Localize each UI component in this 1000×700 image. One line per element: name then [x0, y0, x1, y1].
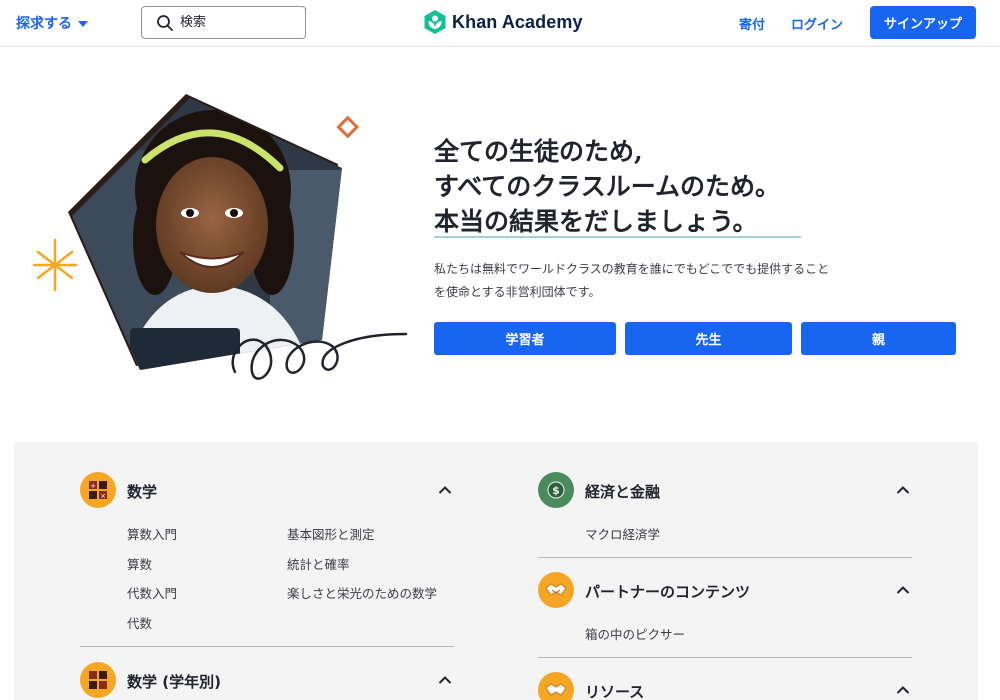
math-blocks-icon: + × — [80, 472, 116, 508]
headline-underline — [434, 236, 801, 238]
explore-label: 探求する — [16, 16, 72, 32]
headline-line: 全ての生徒のため, — [434, 137, 643, 166]
math-link[interactable]: 算数 — [127, 554, 152, 573]
hero-headline: 全ての生徒のため, すべてのクラスルームのため。 本当の結果をだしましょう。 — [434, 134, 854, 239]
math-blocks-icon — [80, 662, 116, 698]
top-navigation-bar: 探求する Khan Academy 寄付 ログイン サインアップ — [0, 0, 1000, 47]
math-link[interactable]: 基本図形と測定 — [287, 524, 375, 543]
hero-illustration — [32, 94, 408, 380]
chevron-up-icon[interactable] — [896, 483, 910, 497]
partner-content-link[interactable]: 箱の中のピクサー — [585, 624, 685, 643]
parent-button[interactable]: 親 — [801, 322, 956, 355]
search-icon — [157, 14, 173, 31]
svg-text:×: × — [100, 492, 106, 500]
partner-content-title[interactable]: パートナーのコンテンツ — [585, 581, 750, 602]
logo-text: Khan Academy — [452, 11, 583, 32]
signup-button[interactable]: サインアップ — [870, 6, 976, 39]
economics-link[interactable]: マクロ経済学 — [585, 524, 660, 543]
explore-menu-button[interactable]: 探求する — [16, 13, 88, 33]
orange-diamond-decoration — [336, 115, 360, 139]
math-link[interactable]: 代数 — [127, 613, 152, 632]
subtext-line: 私たちは無料でワールドクラスの教育を誰にでもどこででも提供すること — [434, 262, 830, 276]
khan-academy-logo[interactable]: Khan Academy — [424, 10, 583, 34]
math-link[interactable]: 代数入門 — [127, 583, 177, 602]
hero-subtext: 私たちは無料でワールドクラスの教育を誰にでもどこででも提供すること を使命とする… — [434, 258, 884, 304]
subtext-line: を使命とする非営利団体です。 — [434, 285, 601, 299]
sparkle-decoration — [32, 238, 78, 292]
chevron-up-icon[interactable] — [438, 673, 452, 687]
section-divider — [538, 657, 912, 658]
squiggle-decoration — [231, 332, 408, 380]
chevron-up-icon[interactable] — [896, 683, 910, 697]
chevron-up-icon[interactable] — [896, 583, 910, 597]
math-link[interactable]: 統計と確率 — [287, 554, 350, 573]
section-divider — [80, 646, 454, 647]
chevron-up-icon[interactable] — [438, 483, 452, 497]
search-input[interactable] — [180, 15, 300, 30]
caret-down-icon — [78, 21, 88, 27]
donate-link[interactable]: 寄付 — [739, 14, 765, 33]
math-link[interactable]: 楽しさと栄光のための数学 — [287, 583, 437, 602]
math-link[interactable]: 算数入門 — [127, 524, 177, 543]
section-divider — [538, 557, 912, 558]
resources-title[interactable]: リソース — [585, 681, 644, 700]
svg-text:$: $ — [552, 484, 560, 497]
handshake-icon — [538, 572, 574, 608]
svg-text:+: + — [90, 482, 96, 490]
learner-button[interactable]: 学習者 — [434, 322, 616, 355]
headline-line: 本当の結果をだしましょう。 — [434, 207, 758, 236]
handshake-icon — [538, 672, 574, 700]
subjects-panel — [14, 442, 978, 700]
economics-title[interactable]: 経済と金融 — [585, 481, 660, 502]
khan-academy-logo-icon — [424, 10, 446, 34]
math-title[interactable]: 数学 — [127, 481, 157, 502]
student-photo — [72, 98, 342, 370]
teacher-button[interactable]: 先生 — [625, 322, 792, 355]
headline-line: すべてのクラスルームのため。 — [434, 172, 781, 201]
money-icon: $ — [538, 472, 574, 508]
search-box[interactable] — [141, 6, 306, 39]
math-by-grade-title[interactable]: 数学 (学年別) — [127, 671, 221, 692]
login-link[interactable]: ログイン — [791, 14, 843, 33]
